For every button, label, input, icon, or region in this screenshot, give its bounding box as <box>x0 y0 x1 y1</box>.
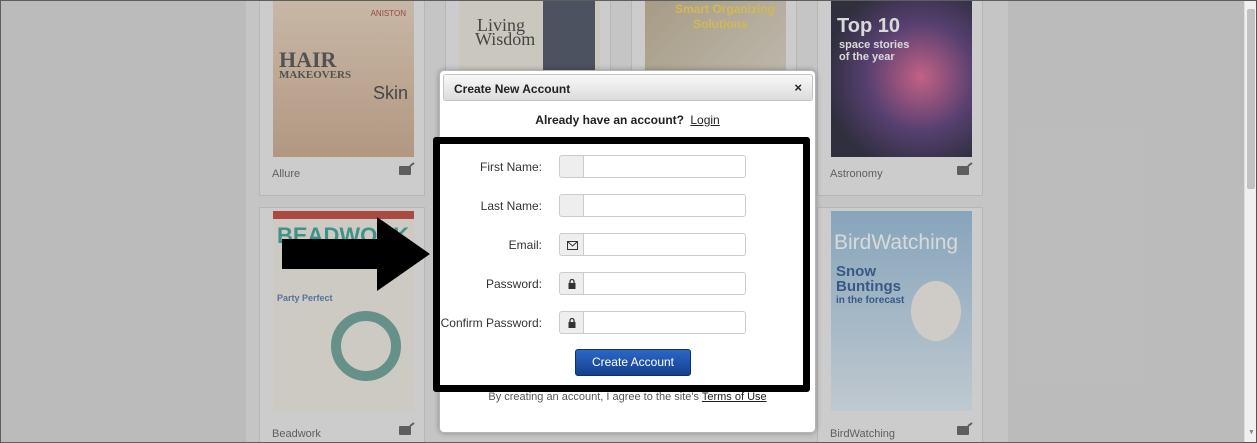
last-name-field[interactable] <box>583 194 746 217</box>
modal-header: Create New Account × <box>443 74 813 101</box>
confirm-password-field[interactable] <box>583 311 746 334</box>
first-name-field[interactable] <box>583 155 746 178</box>
terms-text: By creating an account, I agree to the s… <box>488 391 699 403</box>
login-link[interactable]: Login <box>690 113 719 127</box>
lock-icon <box>559 272 584 295</box>
terms-notice: By creating an account, I agree to the s… <box>439 391 816 403</box>
scroll-down-arrow-icon[interactable]: ▼ <box>1248 429 1255 436</box>
vertical-scrollbar[interactable]: ▼ <box>1244 1 1256 442</box>
first-name-label: First Name: <box>479 160 542 174</box>
last-name-addon <box>559 194 584 217</box>
lock-icon <box>559 311 584 334</box>
scrollbar-thumb[interactable] <box>1247 9 1255 189</box>
envelope-icon <box>559 233 584 256</box>
email-label: Email: <box>508 238 542 252</box>
email-field[interactable] <box>583 233 746 256</box>
password-label: Password: <box>485 277 542 291</box>
login-prompt: Already have an account? Login <box>440 113 815 127</box>
login-prompt-text: Already have an account? <box>535 113 684 127</box>
password-field[interactable] <box>583 272 746 295</box>
modal-title: Create New Account <box>454 82 571 96</box>
last-name-label: Last Name: <box>480 199 542 213</box>
create-account-button[interactable]: Create Account <box>575 349 691 376</box>
first-name-addon <box>559 155 584 178</box>
close-icon[interactable]: × <box>794 80 802 95</box>
terms-link[interactable]: Terms of Use <box>702 391 767 403</box>
confirm-password-label: Confirm Password: <box>440 316 542 330</box>
